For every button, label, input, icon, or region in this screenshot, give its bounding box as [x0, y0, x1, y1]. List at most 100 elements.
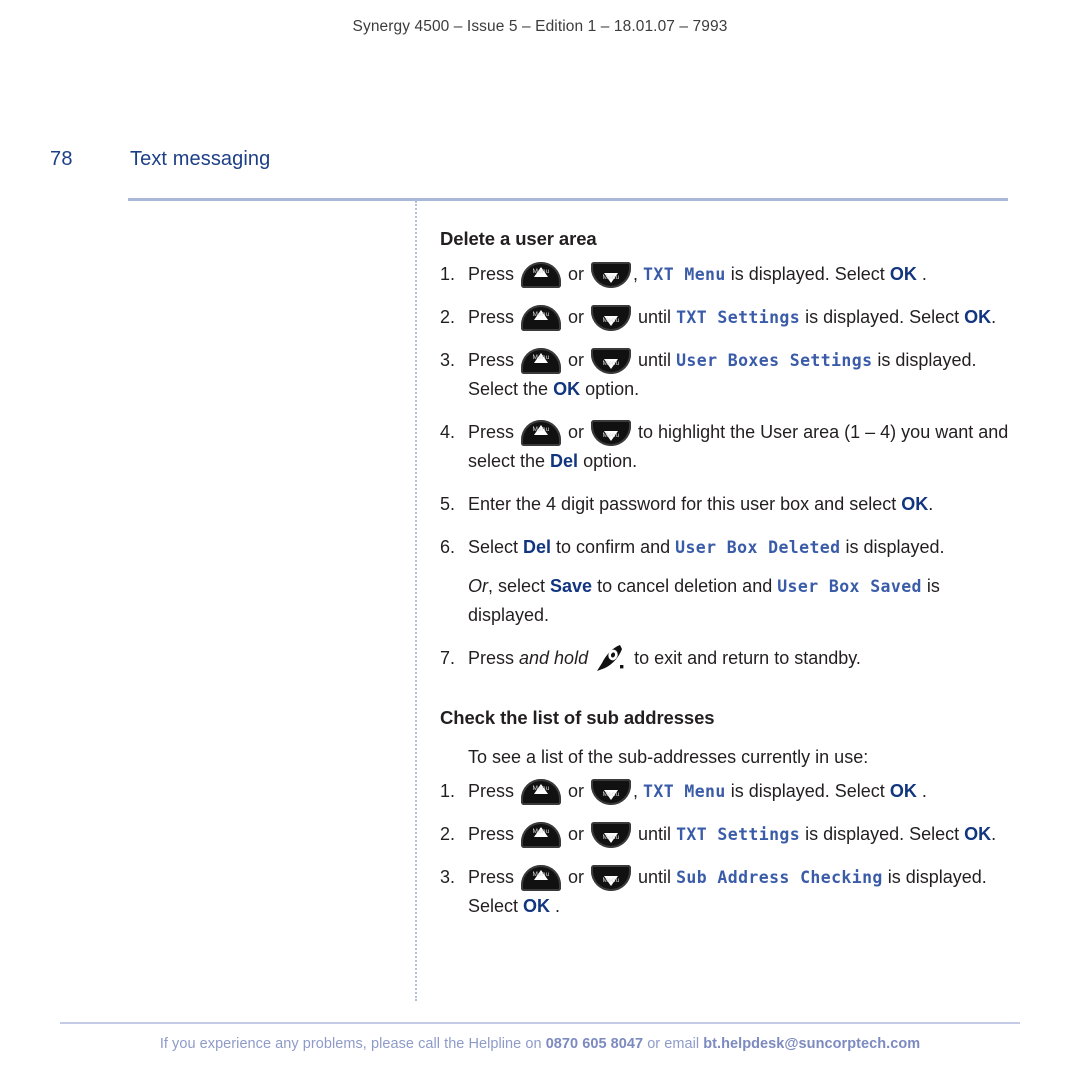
- softkey-label: OK: [889, 781, 917, 801]
- body-text: Enter the 4 digit password for this user…: [468, 494, 902, 514]
- menu-button-label: Menu: [532, 311, 550, 318]
- content-column: Delete a user area 1. Press Menu or Menu, …: [440, 228, 1020, 921]
- softkey-label: Del: [523, 537, 552, 557]
- softkey-label: OK: [964, 824, 992, 844]
- body-text: , select: [488, 576, 551, 596]
- body-text: .: [991, 307, 997, 327]
- body-text: .: [928, 494, 934, 514]
- body-text: or: [563, 307, 590, 327]
- body-text: Press: [468, 867, 520, 887]
- step-number: 3.: [440, 867, 456, 887]
- body-text: Press: [468, 307, 520, 327]
- body-text: Press: [468, 350, 520, 370]
- menu-down-button-icon: Menu: [591, 779, 632, 805]
- step-item: 1. Press Menu or Menu, TXT Menu is displa…: [440, 777, 1020, 806]
- menu-button-label: Menu: [602, 360, 620, 367]
- section: Delete a user area 1. Press Menu or Menu, …: [440, 228, 1020, 673]
- body-text: [588, 648, 593, 668]
- menu-down-button-icon: Menu: [591, 348, 632, 374]
- section-intro-text: To see a list of the sub-addresses curre…: [468, 747, 869, 767]
- step-text: Enter the 4 digit password for this user…: [468, 494, 933, 514]
- body-text: is displayed. Select: [725, 781, 890, 801]
- step-text: Press Menu or Menu until User Boxes Sett…: [468, 348, 976, 399]
- lcd-display-text: User Box Deleted: [675, 538, 841, 557]
- body-text: Press: [468, 648, 520, 668]
- column-dotted-divider: [415, 201, 417, 1001]
- title-horizontal-rule: [128, 198, 1008, 201]
- step-number: 3.: [440, 350, 456, 370]
- menu-button-label: Menu: [532, 871, 550, 878]
- softkey-label: OK: [964, 307, 992, 327]
- step-number: 5.: [440, 494, 456, 514]
- menu-up-button-icon: Menu: [521, 822, 562, 848]
- menu-down-button-icon: Menu: [591, 420, 632, 446]
- menu-button-label: Menu: [532, 354, 550, 361]
- body-text: or: [563, 350, 590, 370]
- body-text: until: [633, 350, 677, 370]
- menu-up-button-icon: Menu: [521, 262, 562, 288]
- lcd-display-text: TXT Menu: [643, 265, 726, 284]
- page-number: 78: [50, 148, 73, 170]
- lcd-display-text: TXT Menu: [643, 782, 726, 801]
- lcd-display-text: User Boxes Settings: [676, 351, 873, 370]
- step-number: 2.: [440, 824, 456, 844]
- footer-email-address[interactable]: bt.helpdesk@suncorptech.com: [703, 1036, 920, 1052]
- menu-button-label: Menu: [602, 834, 620, 841]
- page-title: Text messaging: [130, 148, 271, 170]
- body-text: is displayed. Select: [800, 307, 965, 327]
- step-list: 1. Press Menu or Menu, TXT Menu is displa…: [440, 777, 1020, 921]
- body-text: option.: [578, 451, 638, 471]
- step-item: 3. Press Menu or Menu until User Boxes Se…: [440, 346, 1020, 404]
- body-text: ,: [633, 781, 644, 801]
- body-text: or: [563, 781, 590, 801]
- body-text: Press: [468, 264, 520, 284]
- step-text: Press and hold to exit and return to sta…: [468, 645, 861, 671]
- softkey-label: OK: [901, 494, 929, 514]
- body-text: option.: [580, 379, 640, 399]
- running-header: Synergy 4500 – Issue 5 – Edition 1 – 18.…: [0, 18, 1080, 36]
- body-text: Press: [468, 422, 520, 442]
- step-item: 4. Press Menu or Menu to highlight the Us…: [440, 418, 1020, 476]
- footer-middle-text: or email: [643, 1036, 704, 1052]
- step-text: Press Menu or Menu until Sub Address Che…: [468, 865, 987, 916]
- step-text: Press Menu or Menu until TXT Settings is…: [468, 305, 997, 331]
- body-text: or: [563, 422, 590, 442]
- section-heading: Delete a user area: [440, 228, 597, 249]
- menu-down-button-icon: Menu: [591, 865, 632, 891]
- body-text: .: [916, 264, 927, 284]
- step-number: 6.: [440, 537, 456, 557]
- body-text: Press: [468, 781, 520, 801]
- step-text: Select Del to confirm and User Box Delet…: [468, 537, 945, 557]
- step-number: 2.: [440, 307, 456, 327]
- step-item: 5. Enter the 4 digit password for this us…: [440, 490, 1020, 519]
- step-item: 6. Select Del to confirm and User Box Del…: [440, 533, 1020, 630]
- page-title-row: 78 Text messaging: [0, 148, 1080, 182]
- body-text: is displayed.: [840, 537, 945, 557]
- step-list: 1. Press Menu or Menu, TXT Menu is displa…: [440, 260, 1020, 673]
- body-text: Select: [468, 537, 524, 557]
- menu-button-label: Menu: [532, 828, 550, 835]
- page-footer: If you experience any problems, please c…: [0, 1036, 1080, 1052]
- body-text: or: [563, 824, 590, 844]
- body-text: until: [633, 867, 677, 887]
- step-number: 1.: [440, 781, 456, 801]
- softkey-label: OK: [553, 379, 581, 399]
- menu-down-button-icon: Menu: [591, 822, 632, 848]
- menu-up-button-icon: Menu: [521, 305, 562, 331]
- emphasis-text: Or: [468, 576, 488, 596]
- body-text: is displayed. Select: [725, 264, 890, 284]
- running-header-text: Synergy 4500 – Issue 5 – Edition 1 – 18.…: [352, 18, 728, 35]
- body-text: until: [633, 307, 677, 327]
- menu-up-button-icon: Menu: [521, 348, 562, 374]
- section-heading: Check the list of sub addresses: [440, 707, 715, 728]
- step-text: Press Menu or Menu, TXT Menu is displaye…: [468, 262, 927, 288]
- body-text: ,: [633, 264, 644, 284]
- menu-up-button-icon: Menu: [521, 420, 562, 446]
- step-item: 2. Press Menu or Menu until TXT Settings …: [440, 820, 1020, 849]
- menu-up-button-icon: Menu: [521, 779, 562, 805]
- body-text: to exit and return to standby.: [629, 648, 861, 668]
- hangup-phone-icon: [596, 644, 626, 672]
- body-text: or: [563, 264, 590, 284]
- menu-button-label: Menu: [602, 432, 620, 439]
- step-number: 4.: [440, 422, 456, 442]
